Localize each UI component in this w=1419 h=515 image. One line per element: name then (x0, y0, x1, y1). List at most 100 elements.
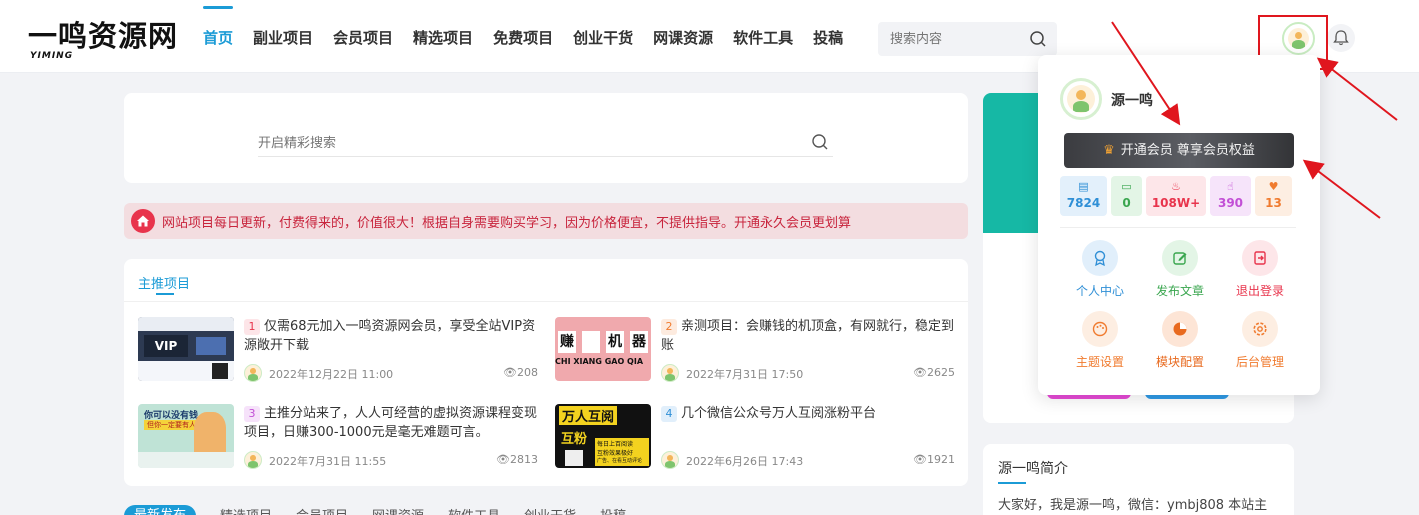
view-count: 👁208 (503, 366, 538, 379)
post-title[interactable]: 4 几个微信公众号万人互阅涨粉平台 (661, 404, 955, 423)
post-date: 2022年6月26日 17:43 (686, 455, 804, 468)
menu-item-user-center[interactable]: 个人中心 (1060, 240, 1140, 299)
vip-label: 开通会员 尊享会员权益 (1120, 143, 1255, 158)
menu-item-settings[interactable]: 后台管理 (1220, 311, 1300, 370)
username[interactable]: 源一鸣 (1111, 90, 1153, 110)
author-avatar[interactable] (661, 451, 679, 469)
nav-item-5[interactable]: 创业干货 (573, 0, 633, 73)
menu-item-label: 退出登录 (1235, 284, 1284, 298)
logo-subtext: YIMING (30, 51, 74, 61)
hero-search-card (124, 93, 968, 183)
eye-icon: 👁 (503, 366, 517, 379)
notice-bar: 网站项目每日更新，付费得来的，价值很大！根据自身需要购买学习，因为价格便宜，不提… (124, 203, 968, 239)
vip-upgrade-button[interactable]: ♛ 开通会员 尊享会员权益 (1064, 133, 1294, 168)
post-title-text: 亲测项目：会赚钱的机顶盒，有网就行，稳定到账 (661, 319, 955, 353)
heart-icon: ♥ (1268, 180, 1279, 193)
post-meta: 2022年7月31日 17:50 👁2625 (661, 363, 955, 383)
stat-comment[interactable]: ▭ 0 (1111, 176, 1142, 216)
stat-doc[interactable]: ▤ 7824 (1060, 176, 1107, 216)
menu-item-chart[interactable]: 模块配置 (1140, 311, 1220, 370)
author-avatar[interactable] (244, 364, 262, 382)
rank-badge: 3 (244, 406, 260, 422)
post-title[interactable]: 1 仅需68元加入一鸣资源网会员，享受全站VIP资源敞开下载 (244, 317, 538, 355)
post-title[interactable]: 3 主推分站来了，人人可经营的虚拟资源课程变现项目，日赚300-1000元是毫无难… (244, 404, 538, 442)
post-thumbnail[interactable]: 你可以没有钱 但你一定要有人脉 (138, 404, 234, 468)
tab-0[interactable]: 最新发布 (124, 505, 197, 515)
post-item[interactable]: 万人互阅 互粉 每日上百阅读 互粉效果极好 广告、在看互动评论 4 几个微信公众号… (555, 404, 955, 474)
nav-item-4[interactable]: 免费项目 (493, 0, 553, 73)
comment-icon: ▭ (1121, 180, 1132, 193)
stat-value: 0 (1122, 196, 1131, 210)
stat-heart[interactable]: ♥ 13 (1255, 176, 1292, 216)
doc-icon: ▤ (1078, 180, 1089, 193)
nav-item-6[interactable]: 网课资源 (653, 0, 713, 73)
notification-button[interactable] (1327, 24, 1355, 52)
section-title: 主推项目 (138, 273, 190, 295)
search-icon[interactable] (811, 133, 829, 151)
dropdown-avatar[interactable] (1060, 78, 1102, 120)
stat-value: 7824 (1066, 196, 1101, 210)
author-avatar[interactable] (661, 364, 679, 382)
post-meta: 2022年6月26日 17:43 👁1921 (661, 450, 955, 470)
post-item[interactable]: VIP 1 仅需68元加入一鸣资源网会员，享受全站VIP资源敞开下载 2022年1… (138, 317, 538, 387)
nav-item-0[interactable]: 首页 (203, 0, 234, 73)
settings-icon (1242, 311, 1278, 347)
site-logo[interactable]: 一鸣资源网 YIMING (28, 18, 179, 61)
divider (124, 301, 968, 302)
menu-item-logout[interactable]: 退出登录 (1220, 240, 1300, 299)
user-center-icon (1082, 240, 1118, 276)
rank-badge: 1 (244, 319, 260, 335)
stat-value: 13 (1265, 196, 1282, 210)
rank-badge: 4 (661, 406, 677, 422)
post-tabs: 最新发布 精选项目 会员项目 网课资源 软件工具 创业干货 投稿 (124, 505, 650, 515)
crown-icon: ♛ (1103, 143, 1115, 158)
nav-item-3[interactable]: 精选项目 (413, 0, 473, 73)
view-count: 👁1921 (913, 453, 955, 466)
chart-icon (1162, 311, 1198, 347)
stat-thumb[interactable]: ☝ 390 (1210, 176, 1251, 216)
post-item[interactable]: 赚 机 器 CHI XIANG GAO QIA 2 亲测项目：会赚钱的机顶盒，有网… (555, 317, 955, 387)
featured-projects-card: 主推项目 VIP 1 仅需68元加入一鸣资源网会员，享受全站VIP资源敞开下载 2… (124, 259, 968, 486)
intro-text: 大家好，我是源一鸣，微信：ymbj808 本站主 (998, 498, 1268, 513)
author-avatar[interactable] (244, 451, 262, 469)
post-thumbnail[interactable]: VIP (138, 317, 234, 381)
menu-item-label: 模块配置 (1155, 355, 1204, 369)
post-date: 2022年7月31日 17:50 (686, 368, 804, 381)
palette-icon (1082, 311, 1118, 347)
tab-6[interactable]: 投稿 (600, 505, 626, 515)
view-count-value: 208 (517, 366, 538, 379)
post-thumbnail[interactable]: 赚 机 器 CHI XIANG GAO QIA (555, 317, 651, 381)
user-stats: ▤ 7824 ▭ 0 ♨ 108W+ ☝ 390 ♥ 13 (1060, 176, 1296, 216)
thumb-icon: ☝ (1227, 180, 1234, 193)
tab-3[interactable]: 网课资源 (372, 505, 424, 515)
post-title-text: 主推分站来了，人人可经营的虚拟资源课程变现项目，日赚300-1000元是毫无难题… (244, 406, 538, 440)
hero-search-input[interactable] (258, 131, 833, 157)
home-icon (131, 209, 155, 233)
header-search (878, 22, 1057, 56)
nav-item-2[interactable]: 会员项目 (333, 0, 393, 73)
nav-item-8[interactable]: 投稿 (813, 0, 843, 73)
logo-text: 一鸣资源网 (28, 19, 179, 53)
stat-fire[interactable]: ♨ 108W+ (1146, 176, 1206, 216)
tab-5[interactable]: 创业干货 (524, 505, 576, 515)
menu-item-label: 发布文章 (1155, 284, 1204, 298)
user-dropdown-menu: 源一鸣 ♛ 开通会员 尊享会员权益 ▤ 7824 ▭ 0 ♨ 108W+ ☝ 390 ♥ 13 个人… (1038, 55, 1320, 395)
eye-icon: 👁 (496, 453, 510, 466)
tab-1[interactable]: 精选项目 (220, 505, 272, 515)
post-item[interactable]: 你可以没有钱 但你一定要有人脉 3 主推分站来了，人人可经营的虚拟资源课程变现项目… (138, 404, 538, 474)
search-icon[interactable] (1029, 30, 1047, 48)
view-count-value: 2625 (927, 366, 955, 379)
tab-2[interactable]: 会员项目 (296, 505, 348, 515)
fire-icon: ♨ (1171, 180, 1181, 193)
header-search-input[interactable] (878, 22, 1018, 56)
post-thumbnail[interactable]: 万人互阅 互粉 每日上百阅读 互粉效果极好 广告、在看互动评论 (555, 404, 651, 468)
tab-4[interactable]: 软件工具 (448, 505, 500, 515)
menu-item-palette[interactable]: 主题设置 (1060, 311, 1140, 370)
post-title[interactable]: 2 亲测项目：会赚钱的机顶盒，有网就行，稳定到账 (661, 317, 955, 355)
nav-item-7[interactable]: 软件工具 (733, 0, 793, 73)
menu-item-edit[interactable]: 发布文章 (1140, 240, 1220, 299)
notice-text: 网站项目每日更新，付费得来的，价值很大！根据自身需要购买学习，因为价格便宜，不提… (162, 216, 852, 231)
menu-item-label: 主题设置 (1075, 355, 1124, 369)
nav-item-1[interactable]: 副业项目 (253, 0, 313, 73)
avatar (1067, 85, 1095, 113)
